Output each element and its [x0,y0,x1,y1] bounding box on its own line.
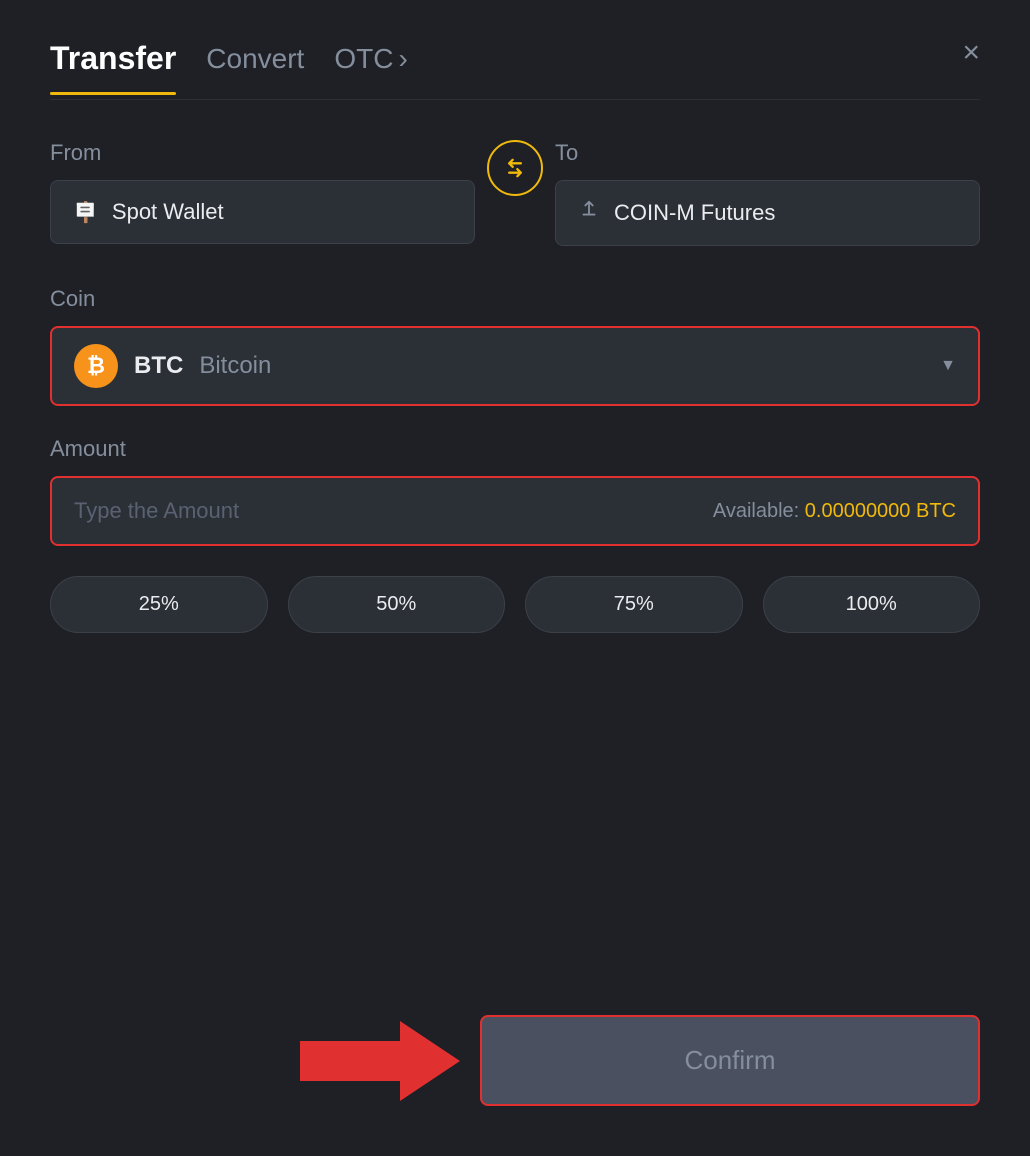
amount-input-box[interactable]: Type the Amount Available: 0.00000000 BT… [50,476,980,546]
tab-convert[interactable]: Convert [206,43,304,75]
close-button[interactable]: × [962,38,980,68]
bottom-area: Confirm [50,1015,980,1106]
pct-25-button[interactable]: 25% [50,576,268,633]
amount-label: Amount [50,436,126,461]
amount-placeholder: Type the Amount [74,498,239,524]
percentage-row: 25% 50% 75% 100% [50,576,980,633]
swap-icon [501,154,529,182]
pct-75-button[interactable]: 75% [525,576,743,633]
available-text: Available: 0.00000000 BTC [713,500,956,523]
swap-button[interactable] [487,140,543,196]
to-wallet-name: COIN-M Futures [614,200,775,226]
btc-icon: ₿ [74,344,118,388]
otc-arrow-icon: › [398,43,407,75]
pct-50-button[interactable]: 50% [288,576,506,633]
swap-container [475,140,555,204]
wallet-card-icon: 🪧 [73,200,98,225]
futures-icon [578,199,600,227]
to-label: To [555,140,980,166]
to-wallet-box[interactable]: COIN-M Futures [555,180,980,246]
pct-100-button[interactable]: 100% [763,576,981,633]
from-wallet-box[interactable]: 🪧 Spot Wallet [50,180,475,244]
coin-symbol: BTC [134,352,183,380]
header: Transfer Convert OTC › × [50,40,980,77]
confirm-button[interactable]: Confirm [480,1015,980,1106]
coin-label: Coin [50,286,95,311]
arrow-indicator [300,1021,460,1101]
dropdown-arrow-icon: ▼ [940,357,956,375]
from-to-row: From 🪧 Spot Wallet To [50,140,980,246]
amount-section: Amount Type the Amount Available: 0.0000… [50,436,980,546]
from-section: From 🪧 Spot Wallet [50,140,475,244]
from-wallet-name: Spot Wallet [112,199,224,225]
tab-otc[interactable]: OTC › [334,43,407,75]
coin-fullname: Bitcoin [199,352,271,380]
available-value: 0.00000000 BTC [805,500,956,522]
tab-transfer[interactable]: Transfer [50,40,176,77]
modal: Transfer Convert OTC › × From 🪧 Spot Wal… [0,0,1030,1156]
from-label: From [50,140,475,166]
available-label: Available: [713,500,799,522]
coin-dropdown[interactable]: ₿ BTC Bitcoin ▼ [50,326,980,406]
coin-section: Coin ₿ BTC Bitcoin ▼ [50,286,980,406]
header-divider [50,99,980,100]
to-section: To COIN-M Futures [555,140,980,246]
